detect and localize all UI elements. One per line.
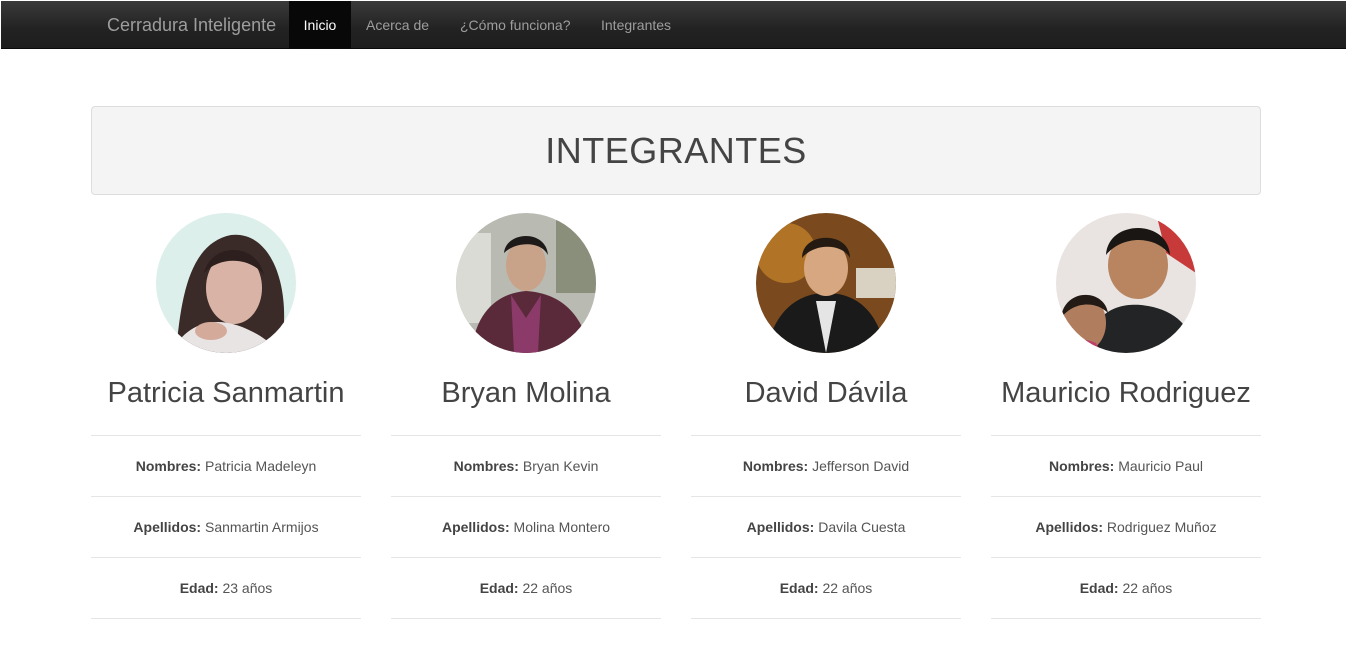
info-row-apellidos: Apellidos: Molina Montero	[391, 497, 661, 558]
label-nombres: Nombres:	[135, 458, 202, 474]
member-info-list: Nombres: Bryan Kevin Apellidos: Molina M…	[391, 435, 661, 619]
label-nombres: Nombres:	[453, 458, 519, 474]
info-row-edad: Edad: 22 años	[991, 558, 1261, 619]
info-row-apellidos: Apellidos: Davila Cuesta	[691, 497, 961, 558]
info-row-edad: Edad: 22 años	[391, 558, 661, 619]
value-nombres: Bryan Kevin	[522, 458, 599, 474]
member-card: Bryan Molina Nombres: Bryan Kevin Apelli…	[391, 213, 661, 619]
label-apellidos: Apellidos:	[441, 519, 510, 535]
info-row-apellidos: Apellidos: Rodriguez Muñoz	[991, 497, 1261, 558]
label-apellidos: Apellidos:	[1035, 519, 1104, 535]
label-nombres: Nombres:	[1048, 458, 1115, 474]
avatar	[756, 213, 896, 353]
member-name: Mauricio Rodriguez	[1001, 377, 1251, 409]
label-edad: Edad:	[1079, 580, 1119, 596]
label-edad: Edad:	[779, 580, 819, 596]
value-nombres: Jefferson David	[812, 458, 910, 474]
value-apellidos: Davila Cuesta	[818, 519, 906, 535]
info-row-edad: Edad: 22 años	[691, 558, 961, 619]
label-apellidos: Apellidos:	[746, 519, 815, 535]
member-card: Mauricio Rodriguez Nombres: Mauricio Pau…	[991, 213, 1261, 619]
nav-item-integrantes[interactable]: Integrantes	[601, 1, 671, 49]
info-row-apellidos: Apellidos: Sanmartin Armijos	[91, 497, 361, 558]
member-card: Patricia Sanmartin Nombres: Patricia Mad…	[91, 213, 361, 619]
value-apellidos: Molina Montero	[513, 519, 611, 535]
info-row-edad: Edad: 23 años	[91, 558, 361, 619]
member-name: Patricia Sanmartin	[107, 377, 345, 409]
top-navbar: Cerradura Inteligente Inicio Acerca de ¿…	[1, 1, 1346, 49]
value-edad: 23 años	[222, 580, 273, 596]
value-nombres: Patricia Madeleyn	[204, 458, 317, 474]
info-row-nombres: Nombres: Patricia Madeleyn	[91, 436, 361, 497]
label-apellidos: Apellidos:	[133, 519, 202, 535]
value-edad: 22 años	[822, 580, 873, 596]
value-nombres: Mauricio Paul	[1118, 458, 1204, 474]
value-edad: 22 años	[1122, 580, 1173, 596]
nav-item-acerca-de[interactable]: Acerca de	[366, 1, 429, 49]
info-row-nombres: Nombres: Mauricio Paul	[991, 436, 1261, 497]
page-header-panel: INTEGRANTES	[91, 106, 1261, 195]
member-info-list: Nombres: Jefferson David Apellidos: Davi…	[691, 435, 961, 619]
value-edad: 22 años	[522, 580, 573, 596]
page-title: INTEGRANTES	[545, 130, 807, 171]
avatar	[1056, 213, 1196, 353]
nav-item-como-funciona[interactable]: ¿Cómo funciona?	[460, 1, 571, 49]
value-apellidos: Sanmartin Armijos	[204, 519, 319, 535]
avatar	[456, 213, 596, 353]
member-name: Bryan Molina	[441, 377, 611, 409]
avatar	[156, 213, 296, 353]
info-row-nombres: Nombres: Bryan Kevin	[391, 436, 661, 497]
navbar-brand[interactable]: Cerradura Inteligente	[107, 1, 276, 49]
label-edad: Edad:	[179, 580, 219, 596]
info-row-nombres: Nombres: Jefferson David	[691, 436, 961, 497]
label-nombres: Nombres:	[742, 458, 809, 474]
value-apellidos: Rodriguez Muñoz	[1106, 519, 1217, 535]
member-name: David Dávila	[744, 377, 908, 409]
member-card: David Dávila Nombres: Jefferson David Ap…	[691, 213, 961, 619]
label-edad: Edad:	[479, 580, 519, 596]
member-info-list: Nombres: Patricia Madeleyn Apellidos: Sa…	[91, 435, 361, 619]
nav-item-inicio[interactable]: Inicio	[289, 1, 351, 49]
member-info-list: Nombres: Mauricio Paul Apellidos: Rodrig…	[991, 435, 1261, 619]
